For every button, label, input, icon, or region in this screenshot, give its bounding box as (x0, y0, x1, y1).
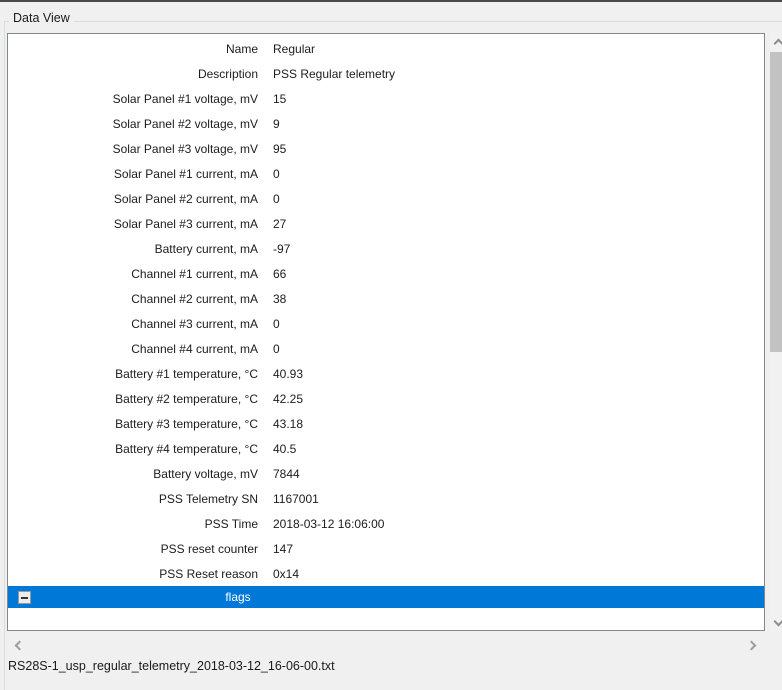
scroll-left-button[interactable] (10, 636, 28, 654)
table-row[interactable]: Channel #3 current, mA 0 (8, 311, 764, 336)
row-label: Battery #3 temperature, °C (8, 417, 258, 431)
row-label: PSS reset counter (8, 542, 258, 556)
table-row[interactable]: PSS Reset reason 0x14 (8, 561, 764, 586)
chevron-up-icon (774, 38, 782, 48)
row-label: Battery #4 temperature, °C (8, 442, 258, 456)
row-label: Solar Panel #2 current, mA (8, 192, 258, 206)
vertical-scrollbar[interactable] (770, 33, 782, 631)
table-row[interactable]: Channel #2 current, mA 38 (8, 286, 764, 311)
table-row[interactable]: PSS reset counter 147 (8, 536, 764, 561)
row-label: Solar Panel #2 voltage, mV (8, 117, 258, 131)
top-divider (0, 0, 782, 2)
row-label: PSS Telemetry SN (8, 492, 258, 506)
table-row[interactable]: PSS Telemetry SN 1167001 (8, 486, 764, 511)
table-row[interactable]: Solar Panel #1 voltage, mV 15 (8, 86, 764, 111)
row-value: 27 (273, 217, 764, 231)
row-label: Battery #2 temperature, °C (8, 392, 258, 406)
row-label: Solar Panel #1 current, mA (8, 167, 258, 181)
row-value: 15 (273, 92, 764, 106)
table-row[interactable]: Channel #4 current, mA 0 (8, 336, 764, 361)
table-row[interactable]: Channel #1 current, mA 66 (8, 261, 764, 286)
row-label: Channel #2 current, mA (8, 292, 258, 306)
table-row[interactable]: Battery #1 temperature, °C 40.93 (8, 361, 764, 386)
row-value: 0 (273, 192, 764, 206)
table-row[interactable]: Battery #3 temperature, °C 43.18 (8, 411, 764, 436)
row-label: PSS Time (8, 517, 258, 531)
row-value: -97 (273, 242, 764, 256)
scroll-down-button[interactable] (770, 614, 782, 631)
flags-row[interactable]: flags (8, 586, 764, 608)
scroll-right-button[interactable] (742, 636, 760, 654)
row-value: 0 (273, 317, 764, 331)
groupbox-title: Data View (9, 11, 74, 25)
row-label: Battery current, mA (8, 242, 258, 256)
table-row[interactable]: Name Regular (8, 36, 764, 61)
table-row[interactable]: PSS Time 2018-03-12 16:06:00 (8, 511, 764, 536)
row-value: 43.18 (273, 417, 764, 431)
row-label: Battery #1 temperature, °C (8, 367, 258, 381)
table-row[interactable]: Solar Panel #1 current, mA 0 (8, 161, 764, 186)
telemetry-rows: Name Regular Description PSS Regular tel… (8, 34, 764, 586)
flags-row-label: flags (8, 586, 468, 608)
row-label: Channel #4 current, mA (8, 342, 258, 356)
row-value: 9 (273, 117, 764, 131)
table-row[interactable]: Battery #4 temperature, °C 40.5 (8, 436, 764, 461)
row-label: Description (8, 67, 258, 81)
table-row[interactable]: Battery #2 temperature, °C 42.25 (8, 386, 764, 411)
row-value: 1167001 (273, 492, 764, 506)
table-row[interactable]: Battery voltage, mV 7844 (8, 461, 764, 486)
table-row[interactable]: Solar Panel #2 voltage, mV 9 (8, 111, 764, 136)
row-label: PSS Reset reason (8, 567, 258, 581)
data-view-panel: Name Regular Description PSS Regular tel… (7, 33, 765, 631)
row-value: PSS Regular telemetry (273, 67, 764, 81)
row-value: 147 (273, 542, 764, 556)
row-label: Channel #3 current, mA (8, 317, 258, 331)
chevron-right-icon (746, 640, 756, 650)
row-label: Channel #1 current, mA (8, 267, 258, 281)
chevron-left-icon (14, 640, 24, 650)
scroll-up-button[interactable] (770, 33, 782, 50)
row-value: 0 (273, 167, 764, 181)
row-value: 95 (273, 142, 764, 156)
row-label: Battery voltage, mV (8, 467, 258, 481)
row-label: Solar Panel #1 voltage, mV (8, 92, 258, 106)
row-label: Solar Panel #3 voltage, mV (8, 142, 258, 156)
table-row[interactable]: Battery current, mA -97 (8, 236, 764, 261)
row-value: Regular (273, 42, 764, 56)
vertical-scrollbar-thumb[interactable] (770, 52, 782, 352)
row-value: 42.25 (273, 392, 764, 406)
row-value: 2018-03-12 16:06:00 (273, 517, 764, 531)
chevron-down-icon (774, 616, 782, 626)
row-value: 40.93 (273, 367, 764, 381)
row-value: 40.5 (273, 442, 764, 456)
table-row[interactable]: Solar Panel #3 voltage, mV 95 (8, 136, 764, 161)
row-value: 38 (273, 292, 764, 306)
horizontal-scrollbar[interactable] (6, 636, 766, 654)
row-value: 0 (273, 342, 764, 356)
row-value: 0x14 (273, 567, 764, 581)
status-filename: RS28S-1_usp_regular_telemetry_2018-03-12… (8, 659, 335, 673)
row-label: Solar Panel #3 current, mA (8, 217, 258, 231)
row-label: Name (8, 42, 258, 56)
table-row[interactable]: Solar Panel #3 current, mA 27 (8, 211, 764, 236)
table-row[interactable]: Description PSS Regular telemetry (8, 61, 764, 86)
table-row[interactable]: Solar Panel #2 current, mA 0 (8, 186, 764, 211)
row-value: 7844 (273, 467, 764, 481)
row-value: 66 (273, 267, 764, 281)
